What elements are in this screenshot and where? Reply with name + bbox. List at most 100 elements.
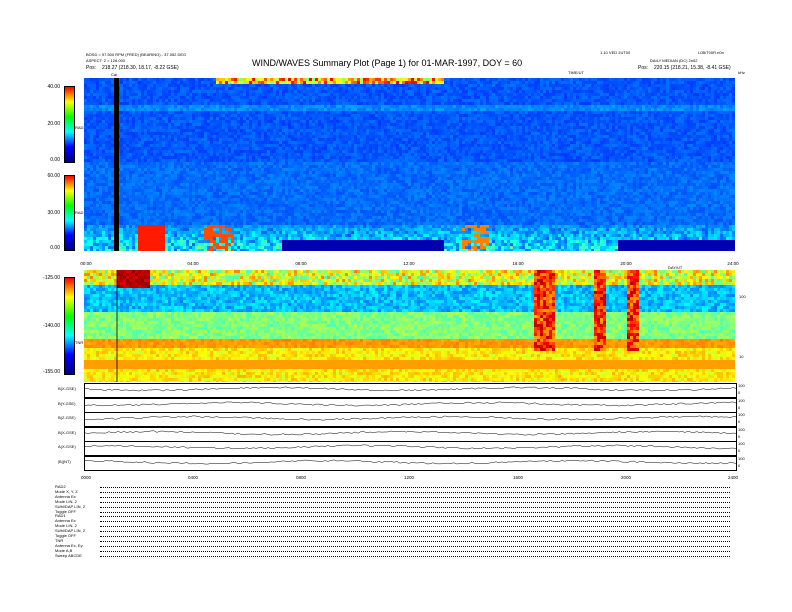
rad2-cell [486,126,489,129]
rad2-cell [150,138,153,141]
rad2-cell [615,144,618,147]
rad2-cell [534,93,537,96]
rad2-cell [216,135,219,138]
rad2-cell [129,144,132,147]
rad2-cell [327,93,330,96]
rad2-cell [423,87,426,90]
rad2-cell [111,93,114,96]
rad2-cell [111,108,114,111]
rad2-cell [264,84,267,87]
rad2-cell [108,156,111,159]
rad2-cell [420,126,423,129]
rad2-cell [216,141,219,144]
rad2-cell [405,114,408,117]
rad2-cell [87,123,90,126]
rad2-cell [294,153,297,156]
rad2-cell [264,141,267,144]
rad2-cell [600,150,603,153]
rad2-cell [279,90,282,93]
rad2-cell [264,129,267,132]
rad2-cell [258,90,261,93]
rad2-cell [369,99,372,102]
rad2-cell [243,87,246,90]
rad2-cell [102,141,105,144]
rad2-cell [591,120,594,123]
rad2-cell [573,78,576,81]
rad2-cell [96,90,99,93]
rad2-cell [297,111,300,114]
rad2-cell [102,111,105,114]
rad2-cell [267,84,270,87]
rad2-cell [225,114,228,117]
rad2-cell [492,135,495,138]
rad2-cell [537,96,540,99]
rad2-cell [345,141,348,144]
rad2-cell [360,90,363,93]
rad2-cell [285,156,288,159]
rad2-cell [501,99,504,102]
rad2-cell [429,129,432,132]
rad2-cell [333,81,336,84]
rad2-cell [372,150,375,153]
rad2-cell [387,153,390,156]
rad2-cell [594,102,597,105]
rad2-cell [159,129,162,132]
rad2-cell [111,114,114,117]
rad2-cell [615,99,618,102]
rad2-cell [336,123,339,126]
rad2-cell [180,141,183,144]
rad2-cell [498,117,501,120]
rad2-cell [162,126,165,129]
rad2-cell [162,99,165,102]
rad2-cell [570,111,573,114]
rad2-cell [396,138,399,141]
rad2-cell [468,135,471,138]
rad2-cell [303,90,306,93]
rad2-cell [294,102,297,105]
rad2-cell [528,153,531,156]
rad2-cell [546,147,549,150]
rad2-cell [105,84,108,87]
rad2-cell [297,132,300,135]
rad2-cell [591,135,594,138]
rad2-cell [549,126,552,129]
rad2-cell [516,153,519,156]
rad2-cell [300,153,303,156]
rad2-cell [414,93,417,96]
rad2-cell [183,96,186,99]
rad2-cell [123,105,126,108]
rad2-cell [348,105,351,108]
rad2-cell [186,93,189,96]
rad2-cell [264,87,267,90]
rad2-cell [504,84,507,87]
rad2-cell [528,120,531,123]
rad2-cell [240,87,243,90]
rad2-cell [195,156,198,159]
rad2-cell [282,114,285,117]
rad2-cell [387,138,390,141]
rad2-cell [351,84,354,87]
rad2-cell [288,138,291,141]
rad2-cell [615,114,618,117]
rad2-cell [501,123,504,126]
rad2-cell [333,96,336,99]
rad2-cell [237,93,240,96]
rad2-cell [432,96,435,99]
rad2-cell [444,114,447,117]
rad2-cell [168,78,171,81]
rad2-cell [357,81,360,84]
rad2-cell [294,156,297,159]
rad2-cell [222,90,225,93]
rad2-cell [348,111,351,114]
rad2-cell [432,114,435,117]
rad2-cell [462,153,465,156]
rad2-cell [438,135,441,138]
rad2-cell [309,132,312,135]
rad2-cell [177,96,180,99]
rad2-cell [210,114,213,117]
rad2-cell [447,78,450,81]
rad2-cell [408,90,411,93]
rad2-cell [252,114,255,117]
rad2-cell [612,123,615,126]
rad2-cell [540,117,543,120]
